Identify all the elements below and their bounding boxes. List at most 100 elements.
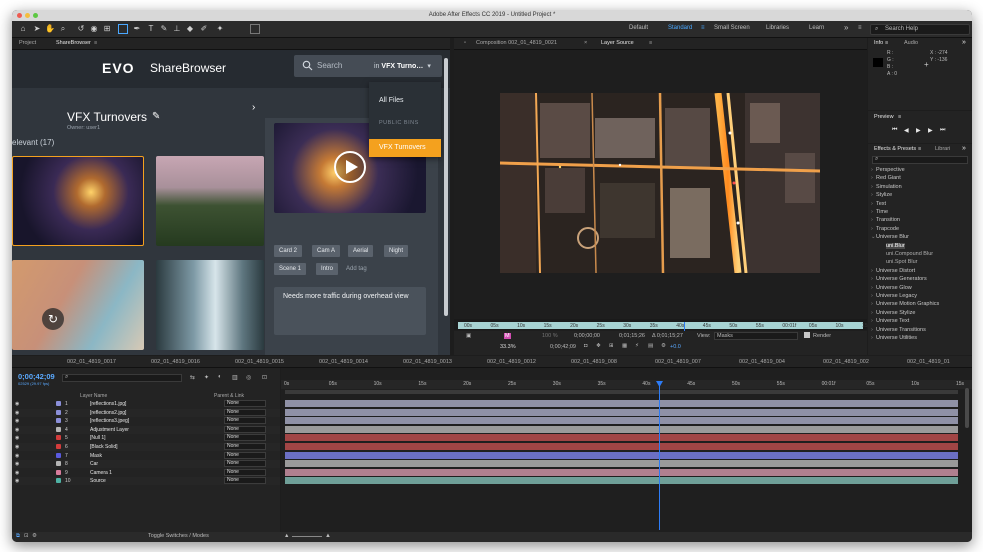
effects-category[interactable]: Universe Glow [876,285,912,291]
effect-item[interactable]: uni.Compound Blur [886,251,933,257]
parent-link-header[interactable]: Parent & Link [214,393,244,399]
layer-duration-bar[interactable] [285,434,958,442]
tab-timeline-comp[interactable]: 002_01_4819_002 [823,359,869,365]
more-panels-icon[interactable]: » [962,145,966,152]
eye-visibility-icon[interactable]: ◉ [15,418,19,424]
layer-duration-bar[interactable] [285,477,958,485]
effects-category[interactable]: Red Giant [876,175,901,181]
parent-select[interactable]: None [224,425,266,433]
puppet-tool-icon[interactable]: ✦ [215,24,225,34]
lock-icon[interactable]: ▫ [464,40,466,46]
eye-visibility-icon[interactable]: ◉ [15,410,19,416]
chevron-right-icon[interactable]: › [871,318,873,324]
in-out-icon[interactable]: ⚙ [32,533,37,539]
composition-frame[interactable] [500,93,820,273]
chevron-right-icon[interactable]: › [871,167,873,173]
tab-composition[interactable]: Composition 002_01_4819_0021 [476,40,557,46]
toggle-switches-modes[interactable]: Toggle Switches / Modes [148,533,209,539]
layer-label-color[interactable] [56,401,61,406]
tab-timeline-comp[interactable]: 002_01_4819_0017 [67,359,116,365]
layer-row[interactable]: ◉ 3 [reflections3.jpeg] None [12,417,280,425]
layer-duration-bar[interactable] [285,400,958,407]
timeline-scrollbar[interactable] [965,388,969,428]
asset-thumbnail-guitar[interactable]: ↻ [12,260,144,350]
chevron-right-icon[interactable]: › [871,327,873,333]
tab-layer-source[interactable]: Layer Source [601,40,634,46]
render-checkbox[interactable] [804,332,810,338]
shy-layers-icon[interactable]: ◐ [218,374,222,380]
brush-tool-icon[interactable]: ✎ [159,24,169,34]
roto-brush-tool-icon[interactable]: ✐ [199,24,209,34]
layer-name[interactable]: [Null 1] [90,435,106,441]
layer-duration-bar[interactable] [285,460,958,468]
chevron-right-icon[interactable]: › [871,226,873,232]
tag-chip[interactable]: Night [384,245,409,257]
maximize-window-button[interactable] [33,13,38,18]
tab-timeline-comp[interactable]: 002_01_4819_008 [571,359,617,365]
panel-menu-icon[interactable]: ≡ [898,114,901,120]
edit-pencil-icon[interactable]: ✎ [152,111,160,122]
effects-category[interactable]: Universe Stylize [876,310,915,316]
effects-category[interactable]: Perspective [876,167,905,173]
panel-menu-icon[interactable]: ≡ [885,40,888,46]
tag-chip[interactable]: Card 2 [274,245,303,257]
sharebrowser-search-input[interactable]: Search in VFX Turnovers ▾ [294,55,442,77]
eye-visibility-icon[interactable]: ◉ [15,427,19,433]
timeline-zoom-slider[interactable] [292,536,322,537]
search-help-input[interactable]: ⌕ Search Help [870,24,970,35]
layer-row[interactable]: ◉ 10 Source None [12,477,280,486]
layer-label-color[interactable] [56,478,61,484]
layer-name[interactable]: [reflections3.jpeg] [90,418,129,424]
chevron-right-icon[interactable]: › [871,184,873,190]
pen-tool-icon[interactable]: ✒ [132,24,142,34]
effect-item[interactable]: uni.Blur [886,242,905,249]
tab-timeline-comp[interactable]: 002_01_4819_01 [907,359,950,365]
timeline-toggle-icon[interactable]: ▤ [648,343,653,349]
eye-visibility-icon[interactable]: ◉ [15,453,19,459]
chevron-right-icon[interactable]: › [871,276,873,282]
start-time[interactable]: 0;00;00;00 [574,333,600,339]
layer-row[interactable]: ◉ 7 Mask None [12,451,280,460]
minimize-window-button[interactable] [25,13,30,18]
layer-row[interactable]: ◉ 5 [Null 1] None [12,434,280,442]
effects-category[interactable]: Universe Legacy [876,293,917,299]
timeline-timecode[interactable]: 0;00;42;09 [18,372,55,381]
effects-category[interactable]: Stylize [876,192,892,198]
selection-tool-icon[interactable]: ➤ [32,24,42,34]
workspace-standard[interactable]: Standard [668,25,692,31]
eye-visibility-icon[interactable]: ◉ [15,461,19,467]
refresh-icon[interactable]: ↻ [42,308,64,330]
transfer-controls-icon[interactable]: ⊡ [24,533,29,539]
layer-label-color[interactable] [56,461,61,467]
chevron-right-icon[interactable]: › [871,175,873,181]
effects-category[interactable]: Text [876,201,886,207]
layer-label-color[interactable] [56,409,61,415]
workspace-small-screen[interactable]: Small Screen [714,25,750,31]
add-tag-input[interactable]: Add tag [346,266,367,272]
chevron-right-icon[interactable]: › [871,209,873,215]
zoom-tool-icon[interactable]: ⌕ [58,24,68,34]
panel-menu-icon[interactable]: ≡ [649,40,652,46]
frame-blending-icon[interactable]: ▥ [232,374,238,381]
home-icon[interactable]: ⌂ [18,24,28,34]
duration-time[interactable]: Δ 0;01;15;27 [652,333,683,339]
layer-label-color[interactable] [56,452,61,458]
chevron-right-icon[interactable]: › [871,192,873,198]
effects-category[interactable]: Universe Motion Graphics [876,301,939,307]
type-tool-icon[interactable]: T [146,24,156,34]
asset-thumbnail-forest[interactable] [156,156,264,246]
layer-label-color[interactable] [56,444,61,449]
layer-duration-bar[interactable] [285,443,958,450]
chevron-right-icon[interactable]: › [871,335,873,341]
effects-category[interactable]: Time [876,209,888,215]
layer-name[interactable]: Car [90,461,98,467]
rectangle-tool-icon[interactable] [118,24,128,34]
tab-timeline-comp[interactable]: 002_01_4819_0015 [235,359,284,365]
asset-thumbnail-waterfall[interactable] [156,260,264,350]
effects-category[interactable]: Trapcode [876,226,899,232]
last-frame-icon[interactable]: ⏭ [940,127,945,134]
clone-stamp-tool-icon[interactable]: ⊥ [172,24,182,34]
effects-category[interactable]: Simulation [876,184,902,190]
layer-name-header[interactable]: Layer Name [80,393,107,399]
fast-preview-icon[interactable]: ⚡ [635,343,639,349]
